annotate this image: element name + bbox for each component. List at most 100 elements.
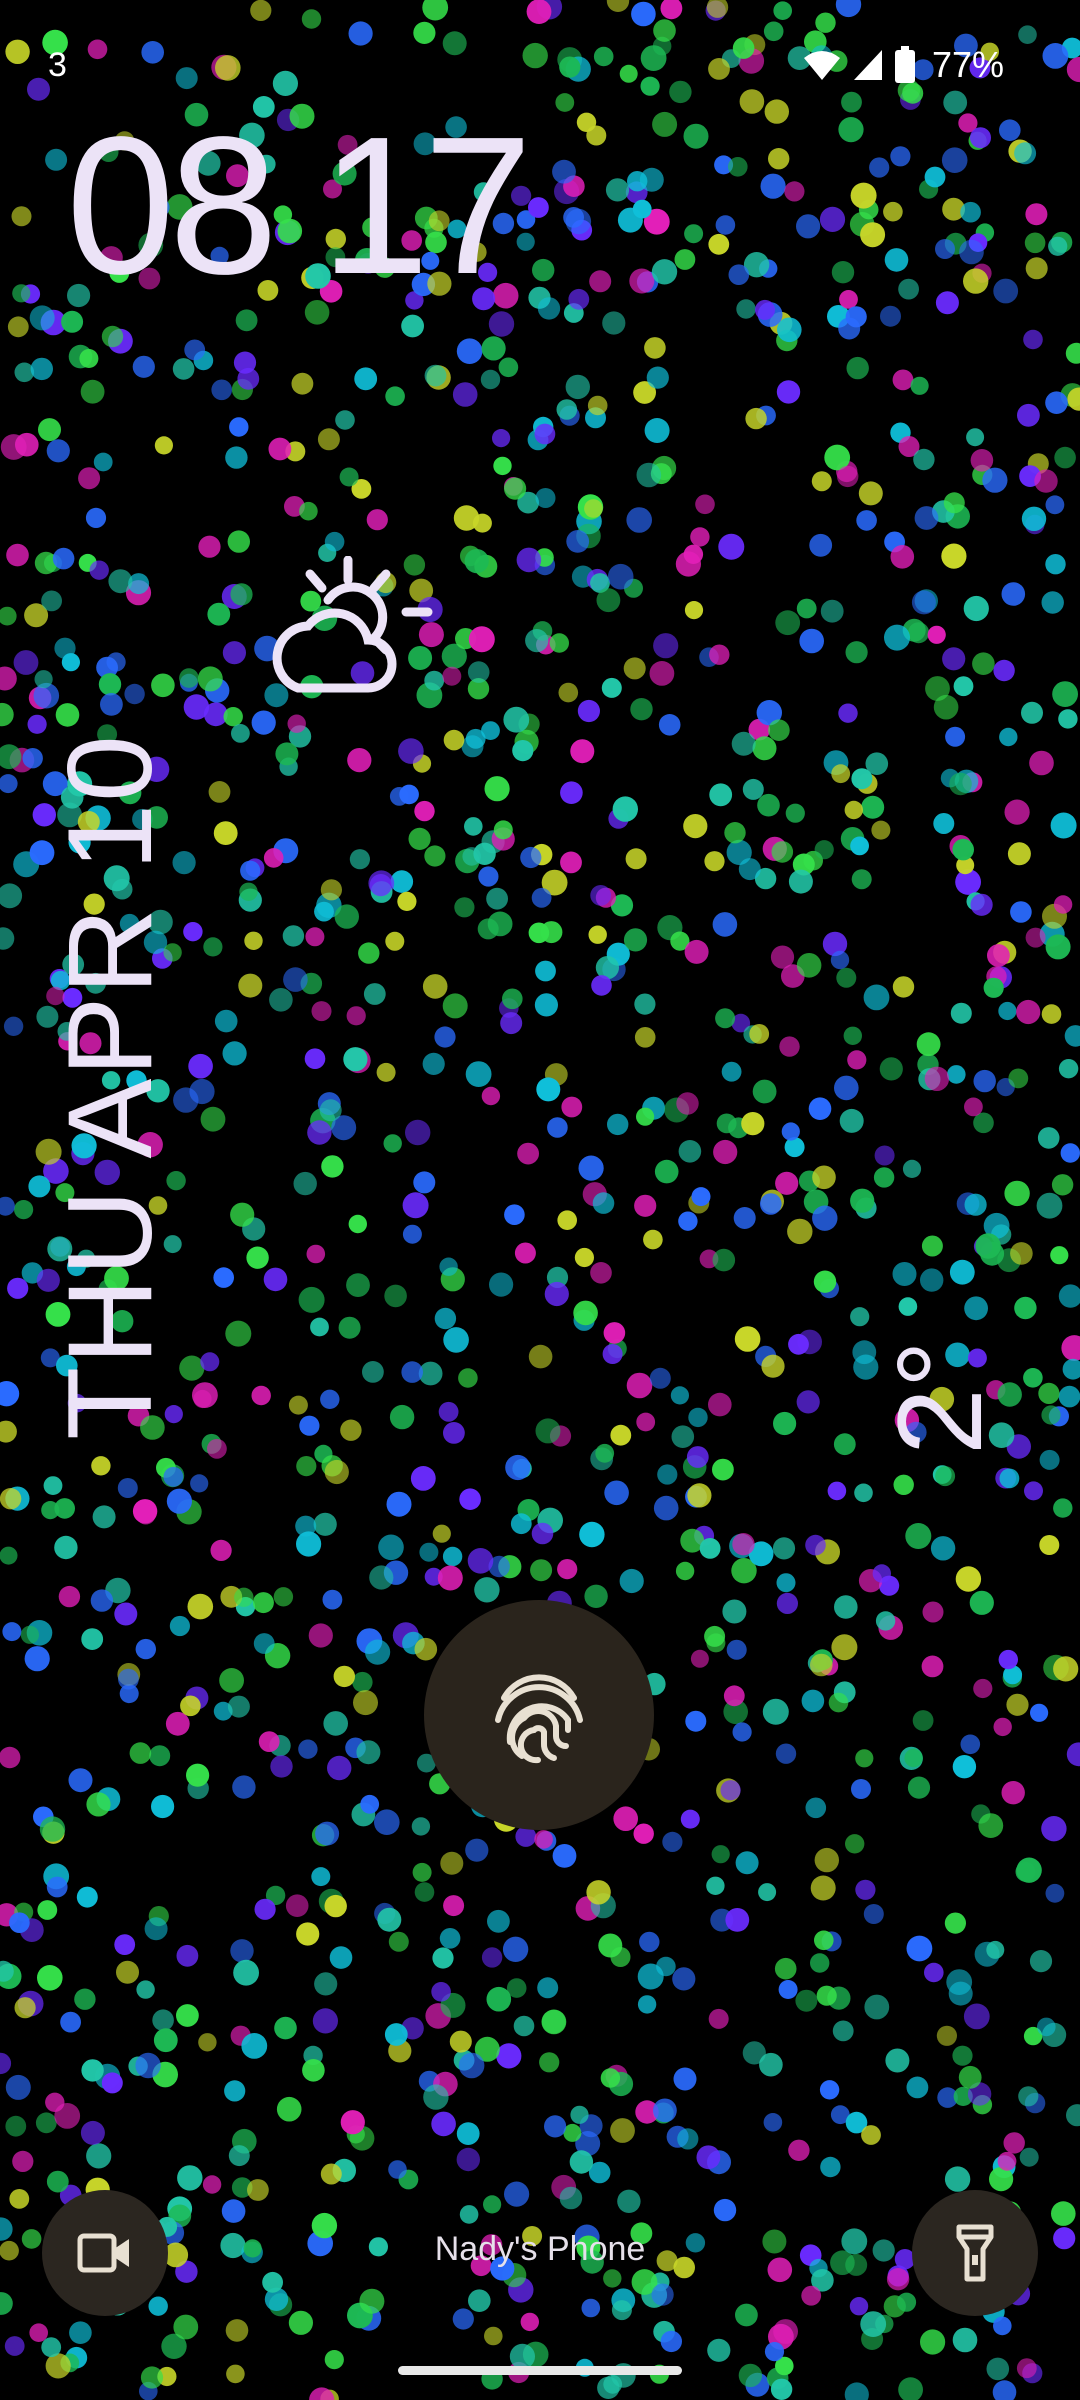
wallpaper-dot bbox=[999, 727, 1018, 747]
wallpaper-dot bbox=[320, 879, 342, 901]
wallpaper-dot bbox=[947, 1065, 966, 1084]
partly-cloudy-sun-icon[interactable] bbox=[268, 556, 438, 706]
wallpaper-dot bbox=[481, 1086, 501, 1106]
wallpaper-dot bbox=[955, 1566, 982, 1592]
wallpaper-dot bbox=[535, 1418, 561, 1444]
wallpaper-dot bbox=[1001, 1781, 1025, 1805]
wallpaper-dot bbox=[85, 507, 107, 528]
wallpaper-dot bbox=[1029, 750, 1054, 776]
wallpaper-dot bbox=[784, 1137, 805, 1158]
wallpaper-dot bbox=[1066, 2104, 1080, 2127]
flashlight-shortcut-button[interactable] bbox=[912, 2190, 1038, 2316]
wallpaper-dot bbox=[254, 1898, 276, 1920]
wallpaper-dot bbox=[712, 1458, 734, 1481]
wallpaper-dot bbox=[933, 694, 959, 720]
wallpaper-dot bbox=[547, 1117, 568, 1138]
wallpaper-dot bbox=[486, 887, 508, 910]
wallpaper-dot bbox=[845, 1834, 865, 1854]
wallpaper-dot bbox=[177, 2165, 203, 2191]
wallpaper-dot bbox=[911, 590, 936, 615]
wallpaper-dot bbox=[552, 159, 576, 184]
wallpaper-dot bbox=[252, 1592, 274, 1614]
wallpaper-dot bbox=[129, 1742, 152, 1764]
home-gesture-bar[interactable] bbox=[398, 2366, 682, 2375]
wallpaper-dot bbox=[721, 1061, 742, 1082]
wallpaper-dot bbox=[389, 1404, 415, 1430]
wallpaper-dot bbox=[914, 506, 939, 530]
wallpaper-dot bbox=[808, 1097, 832, 1120]
wallpaper-dot bbox=[779, 1036, 800, 1057]
wallpaper-dot bbox=[1016, 2358, 1037, 2379]
wallpaper-dot bbox=[98, 673, 122, 696]
wallpaper-dot bbox=[512, 740, 534, 762]
wallpaper-dot bbox=[443, 1327, 469, 1353]
wallpaper-dot bbox=[963, 2003, 990, 2030]
wallpaper-dot bbox=[982, 467, 1008, 493]
wallpaper-dot bbox=[468, 626, 495, 653]
wallpaper-dot bbox=[343, 1047, 368, 1072]
wallpaper-dot bbox=[993, 1717, 1012, 1737]
wallpaper-dot bbox=[1053, 1656, 1079, 1682]
wallpaper-dot bbox=[452, 2308, 474, 2330]
wallpaper-dot bbox=[528, 1344, 553, 1369]
wallpaper-dot bbox=[959, 239, 984, 265]
wallpaper-dot bbox=[1024, 1481, 1043, 1501]
wallpaper-dot bbox=[225, 446, 248, 469]
wallpaper-dot bbox=[801, 1689, 825, 1713]
wallpaper-dot bbox=[874, 1145, 895, 1166]
wallpaper-dot bbox=[340, 1419, 362, 1441]
wallpaper-dot bbox=[69, 2321, 92, 2344]
wallpaper-dot bbox=[251, 710, 276, 735]
wallpaper-dot bbox=[1010, 1242, 1033, 1265]
wallpaper-dot bbox=[570, 2105, 589, 2124]
wallpaper-dot bbox=[812, 1205, 838, 1231]
wallpaper-dot bbox=[604, 1480, 629, 1506]
wallpaper-dot bbox=[363, 983, 386, 1005]
wallpaper-dot bbox=[716, 1113, 737, 1134]
wifi-icon bbox=[803, 51, 840, 80]
wallpaper-dot bbox=[963, 595, 989, 622]
wallpaper-dot bbox=[530, 1559, 553, 1582]
wallpaper-dot bbox=[613, 1806, 638, 1831]
wallpaper-dot bbox=[369, 874, 392, 897]
wallpaper-dot bbox=[999, 1468, 1020, 1489]
wallpaper-dot bbox=[892, 369, 914, 391]
wallpaper-dot bbox=[707, 2338, 731, 2362]
wallpaper-dot bbox=[814, 1930, 834, 1951]
wallpaper-dot bbox=[532, 258, 555, 282]
temperature: 2° bbox=[873, 1340, 1007, 1455]
wallpaper-dot bbox=[329, 1946, 353, 1969]
wallpaper-dot bbox=[949, 772, 972, 796]
wallpaper-dot bbox=[534, 423, 556, 445]
wallpaper-dot bbox=[319, 1099, 342, 1122]
wallpaper-dot bbox=[633, 1823, 654, 1844]
wallpaper-dot bbox=[35, 2112, 57, 2134]
fingerprint-sensor[interactable] bbox=[424, 1600, 654, 1830]
wallpaper-dot bbox=[230, 583, 253, 606]
wallpaper-dot bbox=[275, 742, 299, 766]
wallpaper-dot bbox=[81, 1628, 104, 1650]
wallpaper-dot bbox=[454, 897, 475, 918]
wallpaper-dot bbox=[0, 1546, 18, 1565]
wallpaper-dot bbox=[165, 1711, 190, 1736]
wallpaper-dot bbox=[989, 2167, 1014, 2192]
wallpaper-dot bbox=[458, 2052, 485, 2079]
wallpaper-dot bbox=[773, 1411, 797, 1436]
wallpaper-dot bbox=[287, 714, 306, 733]
wallpaper-dot bbox=[896, 2292, 917, 2312]
wallpaper-dot bbox=[722, 1599, 747, 1624]
wallpaper-dot bbox=[610, 1424, 632, 1446]
wallpaper-dot bbox=[397, 891, 417, 912]
wallpaper-dot bbox=[626, 1372, 653, 1399]
wallpaper-dot bbox=[762, 1698, 789, 1725]
wallpaper-dot bbox=[439, 1928, 461, 1949]
wallpaper-dot bbox=[384, 1284, 407, 1308]
wallpaper-dot bbox=[847, 1050, 867, 1070]
wallpaper-dot bbox=[424, 364, 447, 387]
wallpaper-dot bbox=[930, 1536, 956, 1561]
wallpaper-dot bbox=[244, 931, 263, 950]
wallpaper-dot bbox=[570, 739, 595, 764]
wallpaper-dot bbox=[434, 1026, 456, 1048]
wallpaper-dot bbox=[728, 264, 750, 286]
wallpaper-dot bbox=[718, 533, 745, 560]
